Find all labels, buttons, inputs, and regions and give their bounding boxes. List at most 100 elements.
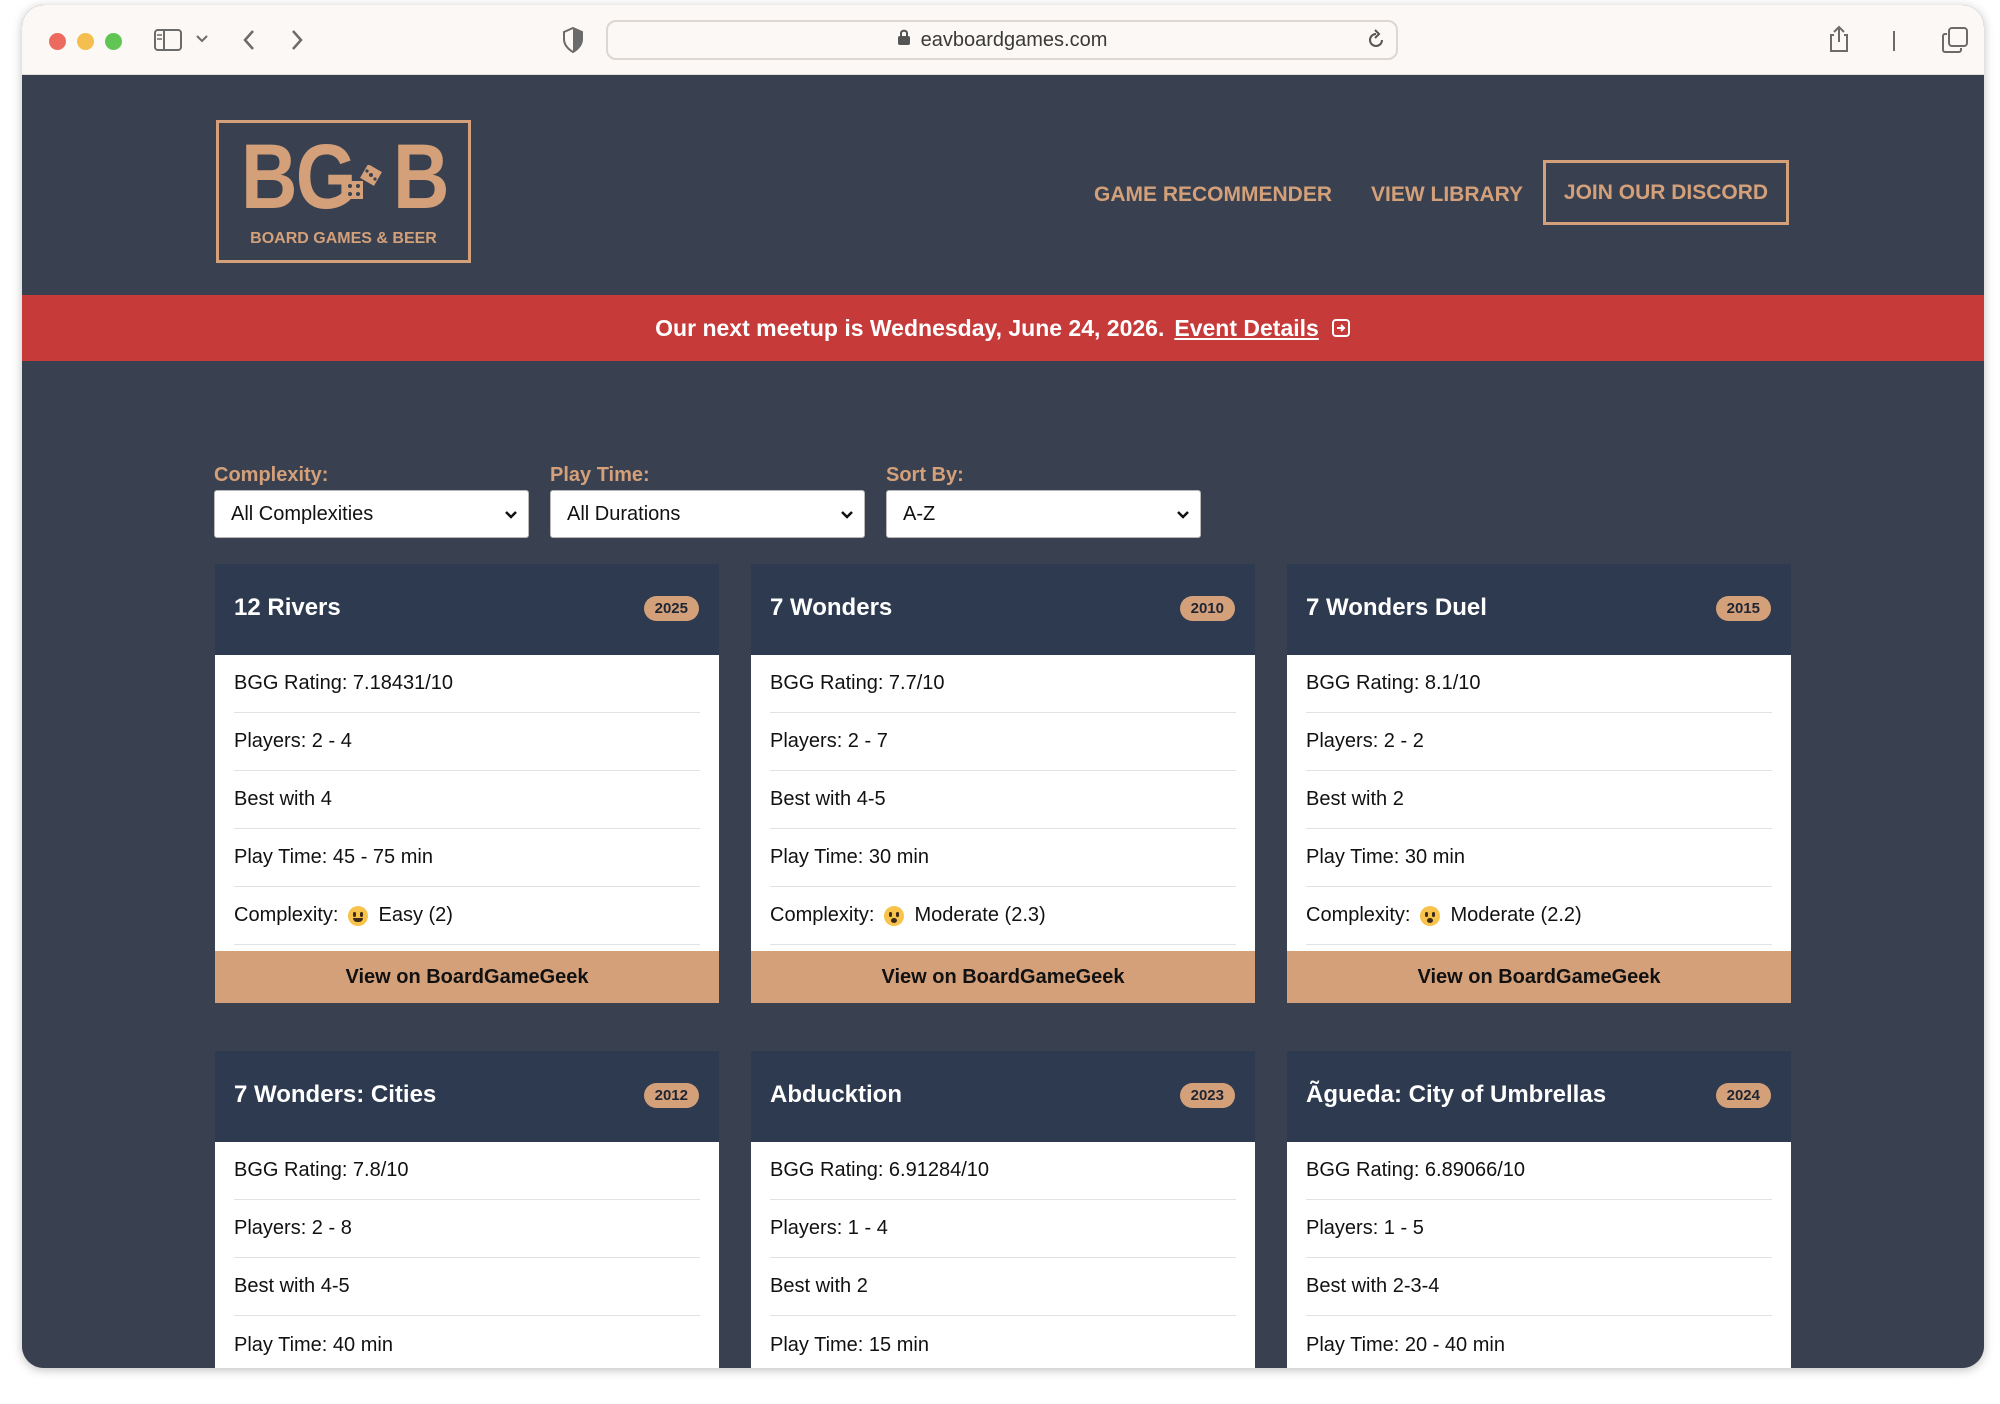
logo-subtitle: BOARD GAMES & BEER [250,230,437,247]
best-player-count: Best with 4 [234,771,700,829]
game-card-header: Abducktion 2023 [751,1051,1255,1142]
play-time: Play Time: 20 - 40 min [1306,1333,1505,1356]
year-badge: 2023 [1179,1083,1235,1108]
player-count: Players: 2 - 2 [1306,713,1772,771]
back-icon[interactable] [242,29,256,51]
logo-letters-left: BG [241,126,357,228]
year-badge: 2025 [643,596,699,621]
game-card: Abducktion 2023 BGG Rating: 6.91284/10 P… [751,1051,1255,1368]
game-title: 7 Wonders: Cities [234,1081,437,1108]
view-on-bgg-button[interactable]: View on BoardGameGeek [1287,951,1791,1003]
logo-letter-right: B [393,126,450,228]
player-count: Players: 1 - 5 [1306,1200,1772,1258]
player-count: Players: 2 - 4 [234,713,700,771]
game-title: 12 Rivers [234,594,341,621]
game-card-header: 7 Wonders 2010 [751,564,1255,655]
complexity-label: Complexity: [1306,904,1411,926]
tab-overview-icon[interactable] [1942,27,1968,53]
best-player-count: Best with 2-3-4 [1306,1258,1772,1316]
game-title: Abducktion [770,1081,902,1108]
best-player-count: Best with 2 [1306,771,1772,829]
bgg-rating: BGG Rating: 7.8/10 [234,1142,700,1200]
external-link-icon[interactable] [1331,318,1351,338]
game-card-header: Ãgueda: City of Umbrellas 2024 [1287,1051,1791,1142]
sort-by-filter-label: Sort By: [886,464,964,486]
complexity-select-value: All Complexities [231,502,374,525]
play-time: Play Time: 15 min [770,1333,929,1356]
year-badge: 2024 [1715,1083,1771,1108]
sort-by-select[interactable]: A-Z [886,490,1201,538]
year-badge: 2015 [1715,596,1771,621]
close-window-button[interactable] [49,33,66,50]
player-count: Players: 2 - 8 [234,1200,700,1258]
sidebar-toggle-icon[interactable] [154,29,182,51]
browser-window: eavboardgames.com BG B BOARD GAMES & BEE… [22,5,1984,1368]
game-title: 7 Wonders Duel [1306,594,1487,621]
view-on-bgg-button[interactable]: View on BoardGameGeek [751,951,1255,1003]
play-time: Play Time: 30 min [770,829,1236,887]
game-card-header: 12 Rivers 2025 [215,564,719,655]
grinning-face-icon [348,905,369,926]
game-title: Ãgueda: City of Umbrellas [1306,1081,1607,1108]
play-time: Play Time: 40 min [234,1333,393,1356]
event-details-link[interactable]: Event Details [1174,315,1318,342]
bgg-rating: BGG Rating: 8.1/10 [1306,655,1772,713]
reload-icon[interactable] [1366,29,1386,57]
nav-view-library[interactable]: VIEW LIBRARY [1371,183,1523,207]
game-card: 7 Wonders: Cities 2012 BGG Rating: 7.8/1… [215,1051,719,1368]
thinking-face-icon [884,905,905,926]
join-discord-button[interactable]: JOIN OUR DISCORD [1543,160,1789,225]
meetup-banner: Our next meetup is Wednesday, June 24, 2… [22,295,1984,361]
game-card: 7 Wonders Duel 2015 BGG Rating: 8.1/10 P… [1287,564,1791,1003]
lock-icon [897,28,911,52]
complexity-filter-label: Complexity: [214,464,329,486]
privacy-shield-icon[interactable] [562,27,584,53]
best-player-count: Best with 2 [770,1258,1236,1316]
complexity-label: Complexity: [770,904,875,926]
address-bar[interactable]: eavboardgames.com [606,20,1398,60]
chevron-down-icon [504,505,518,531]
game-card: Ãgueda: City of Umbrellas 2024 BGG Ratin… [1287,1051,1791,1368]
player-count: Players: 2 - 7 [770,713,1236,771]
page-content: BG B BOARD GAMES & BEER GAME RECOMMENDER… [22,76,1984,1368]
bgg-rating: BGG Rating: 7.18431/10 [234,655,700,713]
zoom-window-button[interactable] [105,33,122,50]
play-time-select-value: All Durations [567,502,681,525]
site-logo[interactable]: BG B BOARD GAMES & BEER [216,120,471,263]
best-player-count: Best with 4-5 [770,771,1236,829]
game-card: 12 Rivers 2025 BGG Rating: 7.18431/10 Pl… [215,564,719,1003]
view-on-bgg-button[interactable]: View on BoardGameGeek [215,951,719,1003]
complexity-label: Complexity: [234,904,339,926]
play-time-select[interactable]: All Durations [550,490,865,538]
nav-game-recommender[interactable]: GAME RECOMMENDER [1094,183,1332,207]
year-badge: 2010 [1179,596,1235,621]
dice-icon [343,164,387,210]
complexity-row: Complexity: Easy (2) [234,887,700,945]
play-time-filter-label: Play Time: [550,464,650,486]
bgg-rating: BGG Rating: 6.89066/10 [1306,1142,1772,1200]
bgg-rating: BGG Rating: 6.91284/10 [770,1142,1236,1200]
toolbar-divider [1892,31,1896,51]
complexity-value: Moderate (2.3) [914,904,1046,926]
game-title: 7 Wonders [770,594,893,621]
chevron-down-icon [840,505,854,531]
minimize-window-button[interactable] [77,33,94,50]
url-text: eavboardgames.com [920,28,1108,51]
chevron-down-icon[interactable] [196,35,208,43]
play-time: Play Time: 30 min [1306,829,1772,887]
share-icon[interactable] [1828,25,1850,53]
sort-by-select-value: A-Z [903,502,936,525]
game-card-header: 7 Wonders Duel 2015 [1287,564,1791,655]
banner-text: Our next meetup is Wednesday, June 24, 2… [655,314,1165,341]
year-badge: 2012 [643,1083,699,1108]
complexity-value: Moderate (2.2) [1450,904,1582,926]
player-count: Players: 1 - 4 [770,1200,1236,1258]
game-card: 7 Wonders 2010 BGG Rating: 7.7/10 Player… [751,564,1255,1003]
play-time: Play Time: 45 - 75 min [234,829,700,887]
browser-toolbar: eavboardgames.com [22,5,1984,75]
complexity-row: Complexity: Moderate (2.3) [770,887,1236,945]
game-card-header: 7 Wonders: Cities 2012 [215,1051,719,1142]
complexity-select[interactable]: All Complexities [214,490,529,538]
forward-icon[interactable] [290,29,304,51]
bgg-rating: BGG Rating: 7.7/10 [770,655,1236,713]
